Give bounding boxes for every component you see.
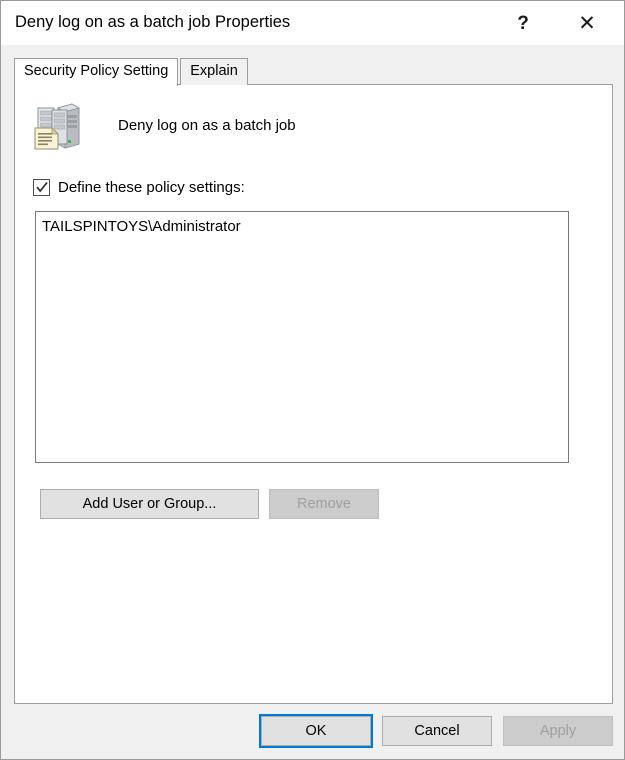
ok-button[interactable]: OK (259, 714, 373, 748)
check-icon (36, 181, 48, 192)
define-policy-settings-checkbox-row[interactable]: Define these policy settings: (33, 177, 245, 197)
define-policy-settings-checkbox[interactable] (33, 178, 50, 196)
help-button[interactable]: ? (500, 1, 546, 45)
title-bar: Deny log on as a batch job Properties ? … (1, 1, 624, 45)
cancel-button[interactable]: Cancel (382, 716, 492, 746)
properties-dialog: Deny log on as a batch job Properties ? … (0, 0, 625, 760)
tab-panel-security-policy-setting: Deny log on as a batch job Define these … (14, 84, 613, 704)
tab-security-policy-setting[interactable]: Security Policy Setting (14, 58, 179, 86)
list-item[interactable]: TAILSPINTOYS\Administrator (36, 212, 568, 235)
policy-server-document-icon (32, 102, 81, 152)
policy-heading: Deny log on as a batch job (32, 102, 592, 164)
tab-explain[interactable]: Explain (180, 58, 248, 85)
remove-button: Remove (269, 489, 379, 519)
apply-button: Apply (503, 716, 613, 746)
window-title: Deny log on as a batch job Properties (15, 13, 291, 31)
tab-strip: Security Policy Setting Explain (14, 58, 248, 86)
add-user-or-group-button[interactable]: Add User or Group... (40, 489, 259, 519)
close-icon: ✕ (578, 11, 596, 35)
define-policy-settings-label: Define these policy settings: (58, 178, 245, 196)
policy-name: Deny log on as a batch job (118, 117, 296, 134)
help-icon: ? (517, 12, 529, 34)
principal-list[interactable]: TAILSPINTOYS\Administrator (35, 211, 569, 463)
close-button[interactable]: ✕ (564, 1, 610, 45)
